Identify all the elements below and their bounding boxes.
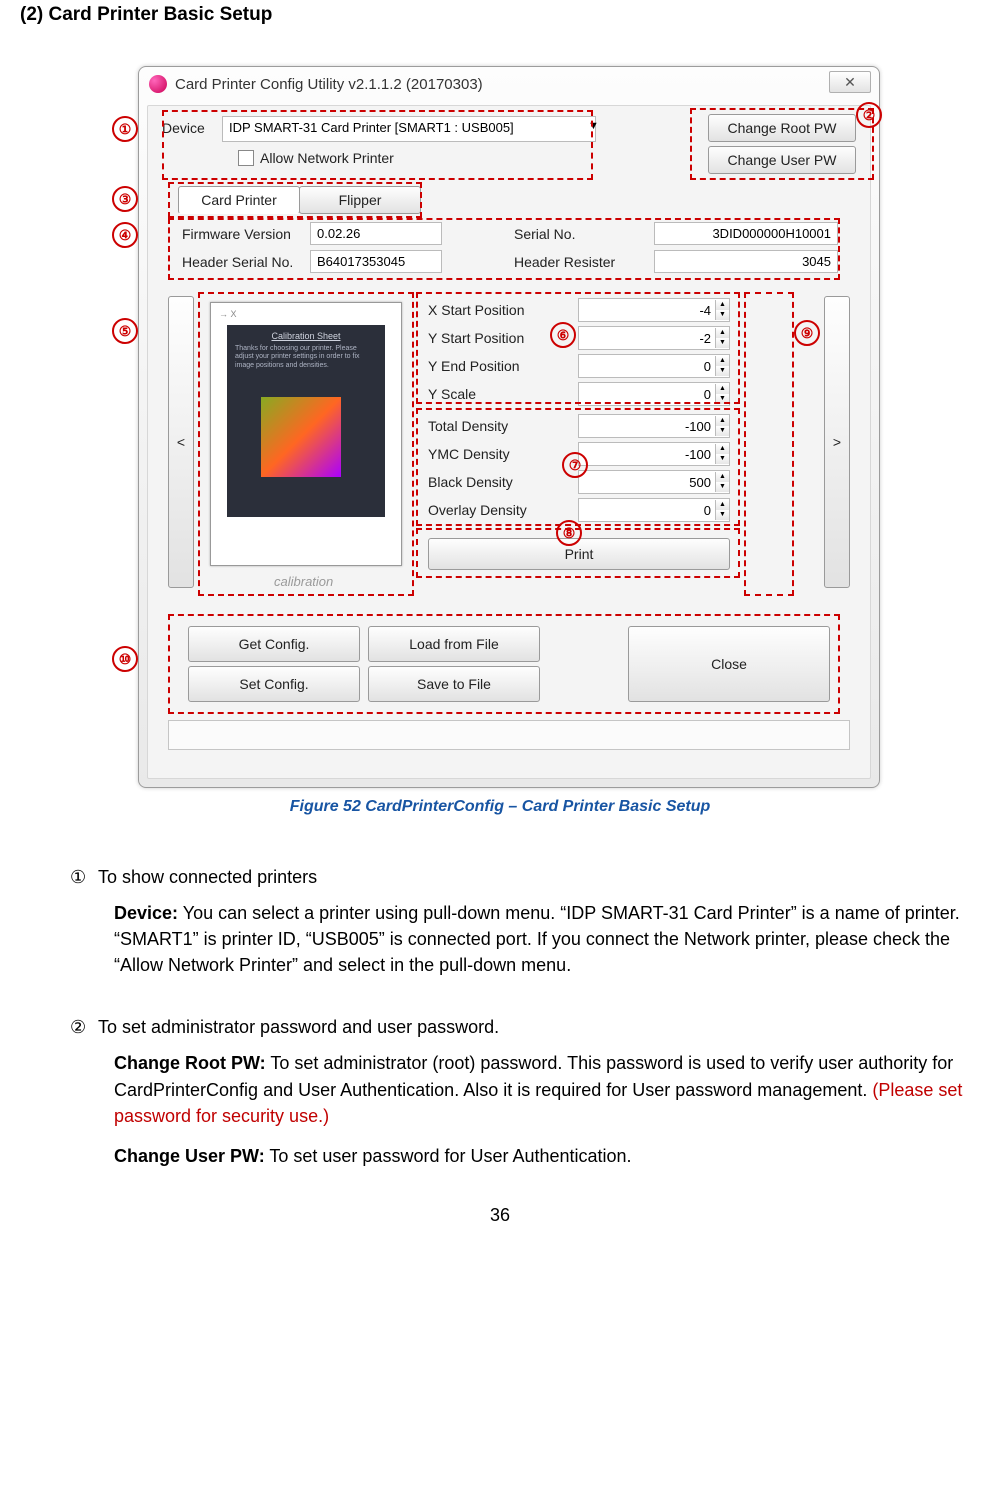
fw-value: 0.02.26 (310, 222, 442, 245)
overlay-label: Overlay Density (428, 502, 527, 518)
black-label: Black Density (428, 474, 513, 490)
serial-label: Serial No. (514, 226, 575, 242)
dropdown-icon[interactable]: ▼ (588, 120, 599, 132)
yscale-field[interactable]: 0▲▼ (578, 382, 730, 406)
config-window: Card Printer Config Utility v2.1.1.2 (20… (138, 66, 880, 788)
yend-label: Y End Position (428, 358, 520, 374)
window-title: Card Printer Config Utility v2.1.1.2 (20… (175, 76, 483, 93)
figure-caption: Figure 52 CardPrinterConfig – Card Print… (20, 798, 980, 816)
tab-flipper[interactable]: Flipper (299, 186, 421, 214)
xstart-label: X Start Position (428, 302, 525, 318)
allow-network-label: Allow Network Printer (260, 150, 394, 166)
allow-network-checkbox[interactable] (238, 150, 254, 166)
calibration-preview: → X Calibration Sheet Thanks for choosin… (210, 302, 402, 566)
ystart-label: Y Start Position (428, 330, 524, 346)
list-item-1-body: Device: You can select a printer using p… (114, 900, 970, 978)
yscale-label: Y Scale (428, 386, 476, 402)
calibration-title: Calibration Sheet (235, 331, 377, 341)
calibration-caption: calibration (274, 574, 333, 589)
change-user-pw-button[interactable]: Change User PW (708, 146, 856, 174)
total-field[interactable]: -100▲▼ (578, 414, 730, 438)
list-item-1-lead: ① To show connected printers (70, 864, 970, 890)
annotation-marker-5: ⑤ (112, 318, 138, 344)
annotation-marker-4: ④ (112, 222, 138, 248)
window-body: Device IDP SMART-31 Card Printer [SMART1… (147, 105, 871, 779)
ymc-field[interactable]: -100▲▼ (578, 442, 730, 466)
device-select[interactable]: IDP SMART-31 Card Printer [SMART1 : USB0… (222, 116, 596, 142)
save-to-file-button[interactable]: Save to File (368, 666, 540, 702)
page-number: 36 (20, 1205, 980, 1226)
section-title: (2) Card Printer Basic Setup (20, 4, 980, 26)
xstart-field[interactable]: -4▲▼ (578, 298, 730, 322)
overlay-field[interactable]: 0▲▼ (578, 498, 730, 522)
device-label: Device (162, 120, 205, 136)
hserial-label: Header Serial No. (182, 254, 293, 270)
window-titlebar: Card Printer Config Utility v2.1.1.2 (20… (139, 67, 879, 101)
total-label: Total Density (428, 418, 508, 434)
black-field[interactable]: 500▲▼ (578, 470, 730, 494)
set-config-button[interactable]: Set Config. (188, 666, 360, 702)
load-from-file-button[interactable]: Load from File (368, 626, 540, 662)
annotation-marker-1: ① (112, 116, 138, 142)
serial-value: 3DID000000H10001 (654, 222, 838, 245)
annotation-marker-10: ⑩ (112, 646, 138, 672)
close-button[interactable]: Close (628, 626, 830, 702)
config-screenshot: Card Printer Config Utility v2.1.1.2 (20… (120, 66, 880, 786)
nav-left-button[interactable]: < (168, 296, 194, 588)
print-button[interactable]: Print (428, 538, 730, 570)
hres-label: Header Resister (514, 254, 615, 270)
app-icon (149, 75, 167, 93)
nav-right-button[interactable]: > (824, 296, 850, 588)
hres-value: 3045 (654, 250, 838, 273)
annotation-marker-3: ③ (112, 186, 138, 212)
fw-label: Firmware Version (182, 226, 291, 242)
close-icon[interactable]: ✕ (829, 71, 871, 93)
ymc-label: YMC Density (428, 446, 510, 462)
list-item-2b-body: Change User PW: To set user password for… (114, 1143, 970, 1169)
hserial-value: B64017353045 (310, 250, 442, 273)
list-item-2-lead: ② To set administrator password and user… (70, 1014, 970, 1040)
change-root-pw-button[interactable]: Change Root PW (708, 114, 856, 142)
list-item-2a-body: Change Root PW: To set administrator (ro… (114, 1050, 970, 1128)
yend-field[interactable]: 0▲▼ (578, 354, 730, 378)
ystart-field[interactable]: -2▲▼ (578, 326, 730, 350)
status-bar (168, 720, 850, 750)
get-config-button[interactable]: Get Config. (188, 626, 360, 662)
tab-card-printer[interactable]: Card Printer (178, 186, 300, 214)
